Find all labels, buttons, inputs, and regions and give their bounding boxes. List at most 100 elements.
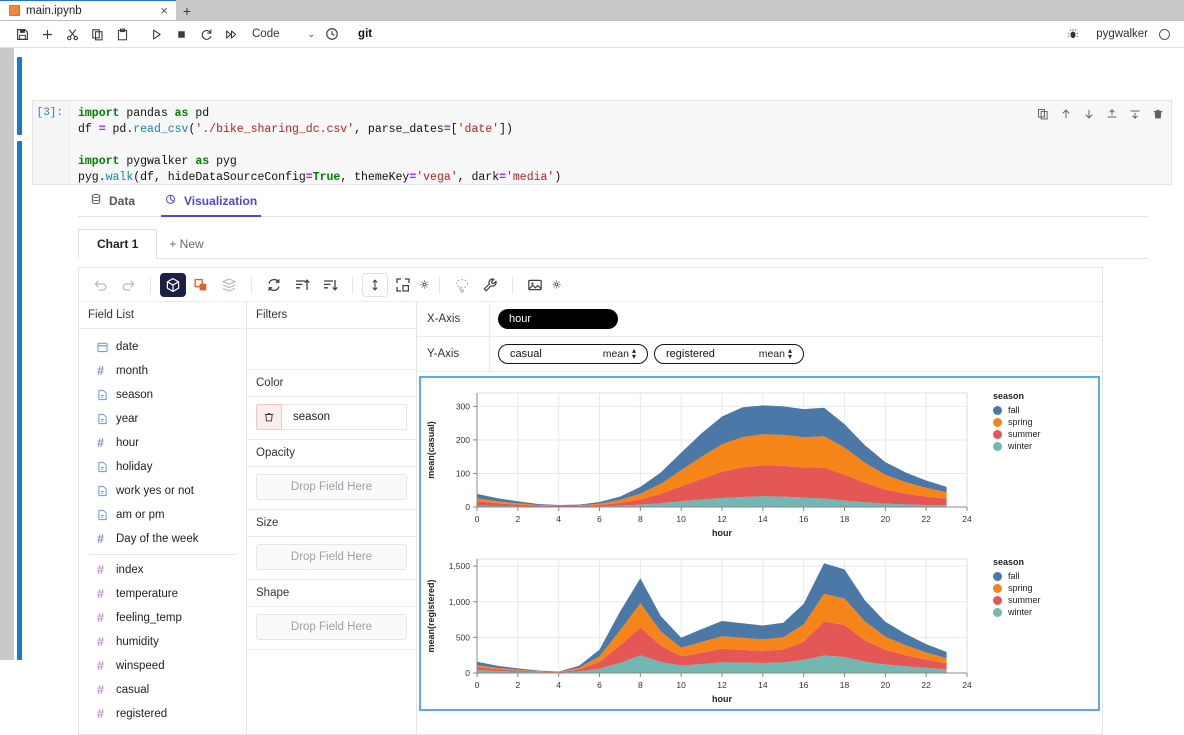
svg-text:1,500: 1,500 xyxy=(449,561,471,571)
add-cell-icon[interactable] xyxy=(35,22,60,46)
legend-swatch-fall xyxy=(993,405,1002,415)
y-axis-label: Y-Axis xyxy=(427,348,460,360)
undo-icon[interactable] xyxy=(87,273,113,297)
tab-data-label: Data xyxy=(109,193,136,208)
kernel-name[interactable]: pygwalker xyxy=(1096,28,1148,40)
field-item-day-of-the-week[interactable]: # Day of the week xyxy=(79,527,246,551)
filters-drop-area[interactable] xyxy=(247,329,416,369)
field-item-casual[interactable]: # casual xyxy=(79,678,246,702)
legend-item[interactable]: summer xyxy=(993,429,1081,439)
code-editor[interactable]: import pandas as pd df = pd.read_csv('./… xyxy=(69,101,1171,184)
fullscreen-icon[interactable] xyxy=(390,273,416,297)
size-drop-zone[interactable]: Drop Field Here xyxy=(256,544,407,570)
legend-item[interactable]: fall xyxy=(993,571,1081,581)
cut-icon[interactable] xyxy=(60,22,85,46)
code-cell[interactable]: [3]: import pandas as pd df = pd.read_cs… xyxy=(32,100,1172,185)
sort-ascending-icon[interactable] xyxy=(289,273,315,297)
field-item-date[interactable]: date xyxy=(79,335,246,359)
x-axis-pill-hour[interactable]: hour xyxy=(498,309,618,329)
duplicate-cell-icon[interactable] xyxy=(1036,107,1050,121)
y-axis-pill-casual[interactable]: casual mean ▴ ▾ xyxy=(498,344,648,364)
legend-item[interactable]: winter xyxy=(993,607,1081,617)
cell-type-select[interactable]: Code ⌄ xyxy=(252,28,315,40)
chart-canvas[interactable]: 0 2 4 6 8 10 12 14 16 18 20 22 24 0 100 200 300 hour mean(… xyxy=(419,376,1100,711)
export-image-icon[interactable] xyxy=(522,273,548,297)
pill-aggregation[interactable]: mean ▴ ▾ xyxy=(603,347,636,361)
notebook-toolbar: Code ⌄ git pygwalker xyxy=(0,21,1184,48)
field-item-index[interactable]: # index xyxy=(79,558,246,582)
opacity-drop-zone[interactable]: Drop Field Here xyxy=(256,474,407,500)
bug-icon[interactable] xyxy=(1060,22,1085,46)
field-item-holiday[interactable]: holiday xyxy=(79,455,246,479)
field-item-am-or-pm[interactable]: am or pm xyxy=(79,503,246,527)
sort-descending-icon[interactable] xyxy=(317,273,343,297)
field-item-season[interactable]: season xyxy=(79,383,246,407)
save-icon[interactable] xyxy=(10,22,35,46)
delete-cell-icon[interactable] xyxy=(1151,107,1165,121)
clock-icon[interactable] xyxy=(319,22,344,46)
x-axis-drop-zone[interactable]: hour xyxy=(489,302,1102,336)
wrench-icon[interactable] xyxy=(477,273,503,297)
svg-text:300: 300 xyxy=(456,401,470,411)
tab-data[interactable]: Data xyxy=(88,189,137,216)
field-item-temperature[interactable]: # temperature xyxy=(79,582,246,606)
new-tab-button[interactable]: + xyxy=(176,1,198,20)
insert-cell-above-icon[interactable] xyxy=(1105,107,1119,121)
field-item-winspeed[interactable]: # winspeed xyxy=(79,654,246,678)
redo-icon[interactable] xyxy=(115,273,141,297)
field-label: casual xyxy=(116,684,150,696)
new-chart-button[interactable]: + New xyxy=(157,230,215,258)
move-cell-up-icon[interactable] xyxy=(1059,107,1073,121)
field-item-registered[interactable]: # registered xyxy=(79,702,246,726)
restart-run-all-icon[interactable] xyxy=(219,22,244,46)
stop-icon[interactable] xyxy=(169,22,194,46)
restart-icon[interactable] xyxy=(194,22,219,46)
notebook-tab[interactable]: main.ipynb × xyxy=(0,0,176,20)
move-cell-down-icon[interactable] xyxy=(1082,107,1096,121)
mark-type-icon[interactable] xyxy=(188,273,214,297)
field-item-humidity[interactable]: # humidity xyxy=(79,630,246,654)
field-item-year[interactable]: year xyxy=(79,407,246,431)
legend-item[interactable]: summer xyxy=(993,595,1081,605)
lasso-select-icon[interactable] xyxy=(449,273,475,297)
field-label: Day of the week xyxy=(116,533,199,545)
stack-icon[interactable] xyxy=(216,273,242,297)
chart-registered-legend: season fall spring summer winter xyxy=(981,549,1081,619)
fullscreen-settings-icon[interactable] xyxy=(418,273,430,297)
pill-field-name: hour xyxy=(509,313,532,325)
axis-resize-icon[interactable] xyxy=(362,272,388,297)
field-item-month[interactable]: # month xyxy=(79,359,246,383)
field-item-feeling-temp[interactable]: # feeling_temp xyxy=(79,606,246,630)
git-label[interactable]: git xyxy=(358,28,372,40)
color-field-chip[interactable]: season xyxy=(256,404,407,430)
cube-icon[interactable] xyxy=(160,272,186,297)
run-icon[interactable] xyxy=(144,22,169,46)
shape-drop-zone[interactable]: Drop Field Here xyxy=(256,614,407,640)
insert-cell-below-icon[interactable] xyxy=(1128,107,1142,121)
close-icon[interactable]: × xyxy=(158,4,170,17)
settings-icon[interactable] xyxy=(550,273,562,297)
field-label: index xyxy=(116,564,144,576)
field-item-hour[interactable]: # hour xyxy=(79,431,246,455)
y-axis-pill-registered[interactable]: registered mean ▴ ▾ xyxy=(654,344,804,364)
legend-item[interactable]: winter xyxy=(993,441,1081,451)
field-item-work-yes-or-not[interactable]: work yes or not xyxy=(79,479,246,503)
svg-text:14: 14 xyxy=(758,680,768,690)
kernel-status-icon[interactable] xyxy=(1159,28,1170,40)
pill-aggregation[interactable]: mean ▴ ▾ xyxy=(759,347,792,361)
svg-text:10: 10 xyxy=(676,680,686,690)
refresh-icon[interactable] xyxy=(261,273,287,297)
legend-swatch-spring xyxy=(993,583,1002,593)
legend-swatch-summer xyxy=(993,595,1002,605)
paste-icon[interactable] xyxy=(110,22,135,46)
legend-item[interactable]: fall xyxy=(993,405,1081,415)
tab-visualization[interactable]: Visualization xyxy=(161,189,262,217)
legend-item[interactable]: spring xyxy=(993,417,1081,427)
cell-selection-bar-output xyxy=(17,141,22,660)
trash-icon[interactable] xyxy=(256,404,282,430)
y-axis-drop-zone[interactable]: casual mean ▴ ▾ registered mean ▴ ▾ xyxy=(489,337,1102,371)
chart-tab-1[interactable]: Chart 1 xyxy=(78,229,158,259)
legend-item[interactable]: spring xyxy=(993,583,1081,593)
copy-icon[interactable] xyxy=(85,22,110,46)
size-section: Size Drop Field Here xyxy=(247,510,416,580)
